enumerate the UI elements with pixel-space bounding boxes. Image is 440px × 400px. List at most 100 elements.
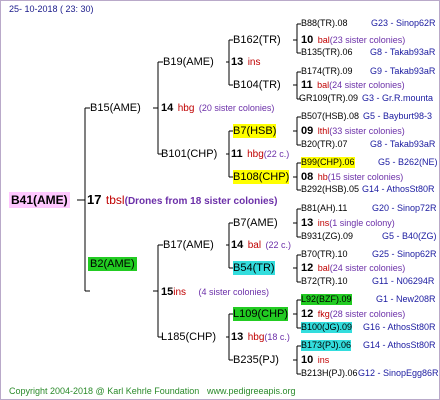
- sister-note: (24 sister colonies): [329, 80, 405, 90]
- gen3-info-6: 12 bal(24 sister colonies): [301, 261, 405, 275]
- gen4-origin-14: G16 - AthosSt80R: [363, 322, 436, 332]
- gen-number: 14: [161, 102, 174, 114]
- breeder: lthl: [317, 126, 330, 136]
- website-link[interactable]: www.pedigreeapis.org: [207, 386, 296, 397]
- gen4-queen-5: B507(HSB).08: [301, 111, 360, 121]
- breeder: ins: [317, 355, 330, 365]
- gen3-queen-2: B104(TR): [233, 79, 281, 91]
- gen3-info-1: 10 bal(23 sister colonies): [301, 33, 405, 47]
- gen4-queen-13: L92(BZF).09: [301, 294, 352, 305]
- gen4-queen-6: B20(TR).07: [301, 139, 348, 149]
- breeder: bal: [247, 240, 262, 251]
- gen3-info-3: 09 lthl(33 sister colonies): [301, 124, 405, 138]
- gen-number: 08: [301, 171, 314, 183]
- gen-number: 13: [301, 217, 314, 229]
- gen4-origin-11: G25 - Sinop62R: [372, 249, 437, 259]
- breeder: hbg: [247, 149, 264, 160]
- gen1-queen-1: B15(AME): [90, 102, 141, 114]
- gen2-info-2: 11 hbg(22 c.): [231, 147, 289, 162]
- gen4-queen-12: B72(TR).10: [301, 276, 348, 286]
- sister-note: (24 sister colonies): [329, 263, 406, 273]
- breeder: hb: [317, 172, 328, 182]
- gen3-info-7: 12 fkg(28 sister colonies): [301, 307, 405, 321]
- root-info: 17 tbsl(Drones from 18 sister colonies): [87, 192, 277, 210]
- gen2-info-1: 13 ins: [231, 55, 261, 70]
- gen4-origin-8: G14 - AthosSt80R: [362, 184, 435, 194]
- gen4-queen-15: B173(PJ).06: [301, 340, 352, 351]
- root-queen-name: B41(AME): [9, 192, 70, 208]
- gen4-queen-14: B100(JG).09: [301, 322, 353, 333]
- sister-note: (1 single colony): [329, 218, 395, 228]
- gen4-origin-3: G9 - Takab93aR: [370, 66, 436, 76]
- sister-note: (23 sister colonies): [329, 35, 406, 45]
- gen3-info-5: 13 ins(1 single colony): [301, 216, 395, 230]
- gen4-origin-4: G3 - Gr.R.mounta: [362, 93, 434, 103]
- gen-number: 09: [301, 125, 314, 137]
- gen3-queen-3: B7(HSB): [233, 124, 277, 138]
- gen4-queen-16: B213H(PJ).06: [301, 368, 358, 378]
- gen-number: 13: [231, 331, 244, 343]
- sister-note: (18 c.): [264, 332, 290, 342]
- gen-number: 11: [231, 148, 243, 160]
- sister-note: (22 c.): [265, 240, 292, 250]
- gen3-queen-6: B54(TR): [233, 261, 275, 275]
- gen4-origin-5: G5 - Bayburt98-3: [363, 111, 433, 121]
- gen4-origin-13: G1 - New208R: [376, 294, 436, 304]
- gen3-info-4: 08 hb(15 sister colonies): [301, 170, 403, 184]
- gen1-info-2: 15ins (4 sister colonies): [161, 285, 269, 300]
- gen2-queen-3: B17(AME): [163, 239, 214, 251]
- report-date: 25- 10-2018 ( 23: 30): [9, 4, 94, 14]
- gen4-origin-10: G5 - B40(ZG): [382, 231, 437, 241]
- gen4-queen-7: B99(CHP).06: [301, 157, 355, 168]
- gen-number: 10: [301, 34, 314, 46]
- gen4-queen-3: B174(TR).09: [301, 66, 353, 76]
- gen2-info-3: 14 bal (22 c.): [231, 238, 291, 253]
- breeder: ins: [317, 218, 330, 228]
- root-gen-number: 17: [87, 192, 102, 207]
- breeder: bal: [317, 263, 330, 273]
- gen4-queen-11: B70(TR).10: [301, 249, 348, 259]
- sister-note: (4 sister colonies): [198, 287, 270, 297]
- gen4-origin-12: G11 - N06294R: [372, 276, 435, 286]
- sister-note: (15 sister colonies): [327, 172, 404, 182]
- gen3-info-8: 10 ins: [301, 353, 329, 367]
- gen4-origin-6: G8 - Takab93aR: [370, 139, 436, 149]
- gen4-origin-16: G12 - SinopEgg86R: [358, 368, 439, 378]
- gen4-queen-2: B135(TR).06: [301, 47, 353, 57]
- breeder: fkg: [317, 309, 330, 319]
- gen4-origin-1: G23 - Sinop62R: [371, 18, 436, 28]
- gen4-origin-15: G14 - AthosSt80R: [363, 340, 436, 350]
- pedigree-page: { "header": { "date": "25- 10-2018 ( 23:…: [0, 0, 440, 400]
- gen-number: 12: [301, 262, 314, 274]
- gen4-queen-8: B292(HSB).05: [301, 184, 360, 194]
- gen1-queen-2: B2(AME): [88, 257, 137, 271]
- gen-number: 11: [301, 79, 313, 91]
- breeder: bal: [317, 35, 330, 45]
- gen3-info-2: 11 bal(24 sister colonies): [301, 78, 405, 92]
- gen-number: 13: [231, 56, 244, 68]
- gen3-queen-4: B108(CHP): [233, 170, 290, 184]
- gen-number: 15: [161, 286, 174, 298]
- root-note: (Drones from 18 sister colonies): [124, 196, 278, 207]
- root-breeder: tbsl: [105, 193, 125, 207]
- gen4-queen-1: B88(TR).08: [301, 18, 348, 28]
- gen2-info-4: 13 hbg(18 c.): [231, 330, 290, 345]
- copyright-text: Copyright 2004-2018 @ Karl Kehrle Founda…: [9, 386, 200, 396]
- gen1-info-1: 14 hbg (20 sister colonies): [161, 101, 274, 116]
- gen-number: 10: [301, 354, 314, 366]
- breeder: ins: [247, 57, 261, 68]
- gen3-queen-1: B162(TR): [233, 34, 281, 46]
- gen4-queen-10: B931(ZG).09: [301, 231, 354, 241]
- gen2-queen-4: L185(CHP): [161, 331, 217, 343]
- gen2-queen-2: B101(CHP): [161, 148, 218, 160]
- gen3-queen-8: B235(PJ): [233, 354, 279, 366]
- gen4-queen-4: GR109(TR).09: [299, 93, 359, 103]
- gen3-queen-5: B7(AME): [233, 217, 278, 229]
- sister-note: (22 c.): [263, 149, 290, 159]
- sister-note: (20 sister colonies): [198, 103, 275, 113]
- gen4-origin-7: G5 - B262(NE): [378, 157, 438, 167]
- breeder: hbg: [177, 103, 195, 114]
- gen3-queen-7: L109(CHP): [233, 307, 289, 321]
- gen4-queen-9: B81(AH).11: [301, 203, 348, 213]
- gen-number: 12: [301, 308, 314, 320]
